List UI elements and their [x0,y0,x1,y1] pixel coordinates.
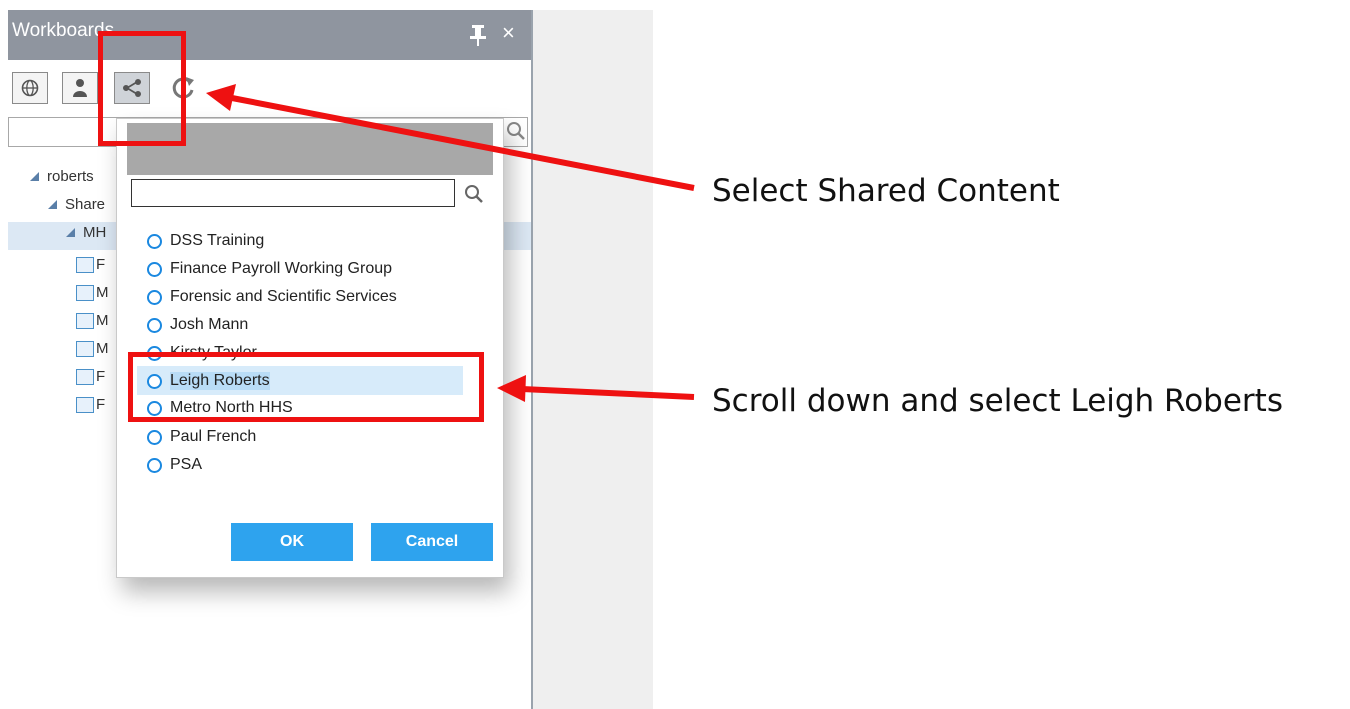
option-item[interactable]: Josh Mann [147,312,248,338]
personal-content-button[interactable] [62,72,98,104]
tree-workboard-item[interactable]: M [76,340,109,357]
option-item[interactable]: Finance Payroll Working Group [147,256,392,282]
tree-workboard-item[interactable]: F [76,368,105,385]
tree-node-folder[interactable]: MH [66,224,106,241]
option-label: Finance Payroll Working Group [170,260,393,277]
option-label: PSA [170,456,203,473]
tree-workboard-item[interactable]: F [76,396,105,413]
search-icon[interactable] [505,120,527,142]
cancel-button[interactable]: Cancel [371,523,493,561]
option-item[interactable]: DSS Training [147,228,264,254]
workboard-icon [76,312,94,329]
workboard-icon [76,368,94,385]
tree-node-user[interactable]: roberts [30,168,94,185]
close-icon[interactable]: × [502,22,515,44]
callout-select-leigh: Scroll down and select Leigh Roberts [712,383,1283,419]
tree-node-label: MH [83,224,107,241]
expand-triangle-icon[interactable] [30,172,39,181]
option-label: Paul French [170,428,257,445]
workboard-icon [76,340,94,357]
pin-icon[interactable] [470,24,486,46]
option-item[interactable]: PSA [147,452,202,478]
panel-titlebar: Workboards × [8,10,531,60]
panel-splitter[interactable] [531,10,533,709]
dialog-search-input[interactable] [131,179,455,207]
tree-item-label: F [96,368,106,385]
highlight-box-share-button [98,31,186,146]
tree-item-label: F [96,256,106,273]
radio-icon[interactable] [147,261,162,277]
option-label: Josh Mann [170,316,249,333]
global-content-button[interactable] [12,72,48,104]
tree-item-label: F [96,396,106,413]
tree-workboard-item[interactable]: M [76,284,109,301]
tree-node-label: roberts [47,168,94,185]
globe-icon [21,79,39,97]
content-pane [533,10,653,709]
ok-button[interactable]: OK [231,523,353,561]
tree-workboard-item[interactable]: M [76,312,109,329]
workboard-icon [76,256,94,273]
tree-item-label: M [96,340,109,357]
tree-item-label: M [96,284,109,301]
workboard-icon [76,396,94,413]
tree-node-shared[interactable]: Share [48,196,105,213]
option-item[interactable]: Paul French [147,424,256,450]
shared-content-dialog: DSS Training Finance Payroll Working Gro… [116,118,504,578]
callout-select-shared: Select Shared Content [712,173,1060,209]
option-item[interactable]: Forensic and Scientific Services [147,284,397,310]
expand-triangle-icon[interactable] [48,200,57,209]
radio-icon[interactable] [147,233,162,249]
option-label: DSS Training [170,232,265,249]
tree-item-label: M [96,312,109,329]
option-label: Forensic and Scientific Services [170,288,397,305]
radio-icon[interactable] [147,317,162,333]
radio-icon[interactable] [147,429,162,445]
user-icon [73,79,87,97]
tree-workboard-item[interactable]: F [76,256,105,273]
workboard-icon [76,284,94,301]
radio-icon[interactable] [147,457,162,473]
radio-icon[interactable] [147,289,162,305]
expand-triangle-icon[interactable] [66,228,75,237]
search-icon[interactable] [463,183,485,205]
tree-node-label: Share [65,196,106,213]
highlight-box-leigh-roberts [128,352,484,422]
